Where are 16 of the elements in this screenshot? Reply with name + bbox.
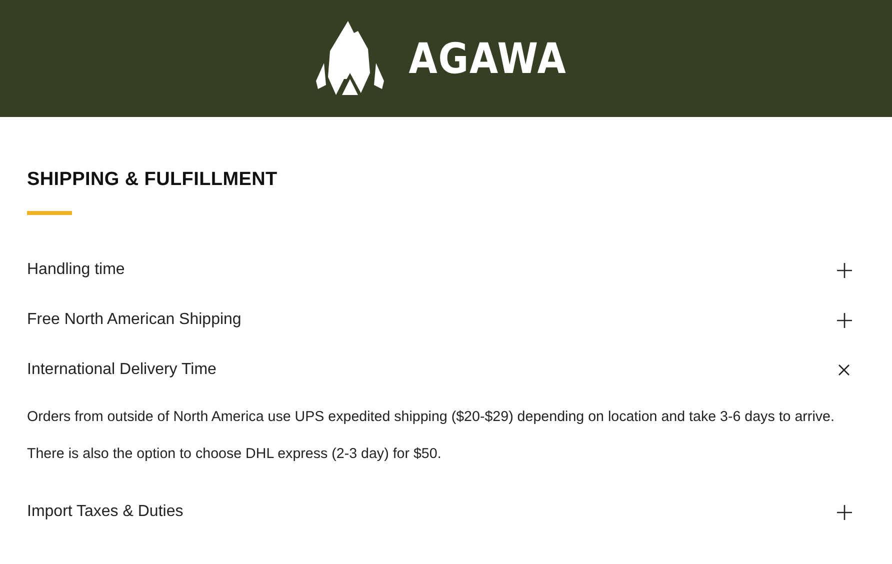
- toggle-button[interactable]: [835, 503, 853, 521]
- faq-answer: Orders from outside of North America use UPS expedited shipping ($20-$29) depending on location and take 3-6 days to arrive. There is also the option to choose DHL express (2-3 day) for $50.: [27, 408, 836, 464]
- section-title: SHIPPING & FULFILLMENT: [27, 169, 278, 191]
- plus-icon: [836, 312, 852, 328]
- faq-question[interactable]: Handling time: [27, 261, 125, 279]
- toggle-button[interactable]: [835, 261, 853, 279]
- toggle-button[interactable]: [835, 311, 853, 329]
- title-underline: [27, 211, 72, 215]
- faq-question[interactable]: International Delivery Time: [27, 361, 216, 379]
- plus-icon: [836, 504, 852, 520]
- faq-question[interactable]: Import Taxes & Duties: [27, 503, 184, 521]
- plus-icon: [836, 262, 852, 278]
- mountain-logo-icon: [314, 20, 386, 96]
- close-icon: [838, 364, 850, 376]
- brand-name: AGAWA: [409, 34, 567, 83]
- faq-question[interactable]: Free North American Shipping: [27, 311, 242, 329]
